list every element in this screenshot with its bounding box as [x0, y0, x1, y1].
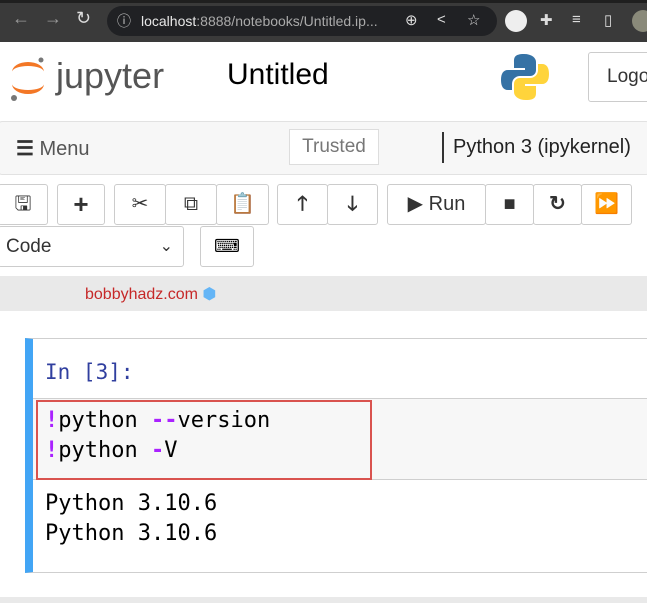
insert-cell-button[interactable]: +	[57, 184, 105, 225]
extension-icon[interactable]	[505, 10, 527, 32]
output-line: Python 3.10.6	[45, 521, 218, 546]
jupyter-logo-icon[interactable]	[8, 54, 48, 104]
code-line: !python -V	[45, 438, 177, 463]
zoom-icon[interactable]: ⊕	[405, 11, 418, 29]
reload-icon[interactable]: ↻	[76, 8, 91, 29]
arg: V	[164, 438, 178, 463]
url-host: localhost	[141, 13, 197, 29]
puzzle-icon[interactable]: ✚	[540, 11, 553, 29]
operator: -	[150, 438, 165, 463]
chevron-down-icon: ⌄	[159, 238, 173, 255]
url-path: :8888/notebooks/Untitled.ip...	[196, 13, 378, 29]
restart-button[interactable]: ↻	[533, 184, 582, 225]
cmd: python	[58, 438, 151, 463]
copy-button[interactable]: ⧉	[165, 184, 217, 225]
cut-button[interactable]: ✂	[114, 184, 166, 225]
back-icon[interactable]: ←	[12, 8, 30, 29]
play-icon: ▶	[407, 193, 424, 215]
menu-button[interactable]: ☰ Menu	[16, 136, 90, 161]
arg: version	[177, 408, 271, 433]
star-icon[interactable]: ☆	[467, 11, 480, 29]
cube-icon: ⬢	[202, 286, 217, 303]
operator: --	[150, 408, 178, 433]
forward-icon[interactable]: →	[44, 8, 62, 29]
bang: !	[45, 408, 59, 433]
share-icon[interactable]: <	[437, 11, 446, 28]
watermark-text: bobbyhadz.com	[85, 286, 198, 303]
jupyter-logo-text[interactable]: jupyter	[56, 55, 164, 97]
menu-label: Menu	[39, 138, 90, 160]
logout-button[interactable]: Logo	[588, 52, 647, 102]
trusted-indicator[interactable]: Trusted	[289, 129, 379, 165]
restart-run-all-button[interactable]: ⏩	[581, 184, 632, 225]
media-icon[interactable]: ≡	[572, 11, 581, 28]
notebook-bottom	[0, 597, 647, 603]
input-prompt: In [3]:	[45, 360, 134, 384]
notebook-title[interactable]: Untitled	[227, 58, 329, 92]
paste-button[interactable]: 📋	[216, 184, 269, 225]
keyboard-shortcuts-button[interactable]: ⌨	[200, 226, 254, 267]
info-icon: ⓘ	[117, 13, 131, 29]
move-up-button[interactable]: 🡑	[277, 184, 328, 225]
bang: !	[45, 438, 59, 463]
run-button[interactable]: ▶ Run	[387, 184, 486, 225]
kernel-indicator[interactable]: Python 3 (ipykernel)	[442, 132, 631, 163]
output-line: Python 3.10.6	[45, 491, 218, 516]
cell-type-value: Code	[6, 236, 52, 257]
python-logo-icon	[501, 54, 549, 100]
move-down-button[interactable]: 🡓	[327, 184, 378, 225]
run-label: Run	[428, 193, 466, 215]
avatar[interactable]	[632, 10, 647, 32]
sidepanel-icon[interactable]: ▯	[604, 11, 612, 29]
save-button[interactable]: 🖫	[0, 184, 48, 225]
interrupt-button[interactable]: ■	[485, 184, 534, 225]
cell-type-select[interactable]: Code ⌄	[0, 226, 184, 267]
code-line: !python --version	[45, 408, 270, 433]
cmd: python	[58, 408, 151, 433]
watermark: bobbyhadz.com ⬢	[85, 284, 216, 304]
